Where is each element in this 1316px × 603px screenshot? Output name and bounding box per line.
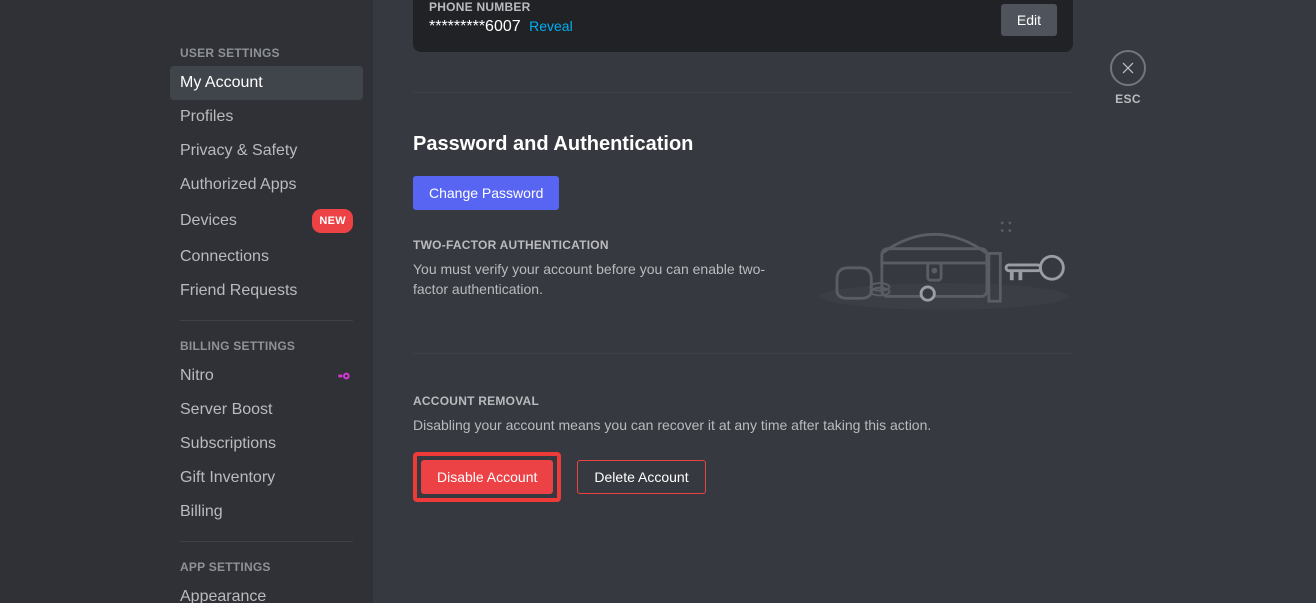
disable-account-highlight: Disable Account xyxy=(413,452,561,502)
sidebar-item-my-account[interactable]: My Account xyxy=(170,66,363,100)
settings-content: PHONE NUMBER *********6007 Reveal Edit P… xyxy=(373,0,1316,603)
content-divider xyxy=(413,353,1073,354)
disable-account-button[interactable]: Disable Account xyxy=(421,460,553,494)
phone-label: PHONE NUMBER xyxy=(429,0,573,14)
esc-label: ESC xyxy=(1108,92,1148,106)
section-header-billing-settings: BILLING SETTINGS xyxy=(170,333,363,359)
twofa-description: You must verify your account before you … xyxy=(413,260,795,299)
sidebar-item-connections[interactable]: Connections xyxy=(170,240,363,274)
sidebar-item-profiles[interactable]: Profiles xyxy=(170,100,363,134)
sidebar-divider xyxy=(180,320,353,321)
sidebar-item-friend-requests[interactable]: Friend Requests xyxy=(170,274,363,308)
twofa-illustration xyxy=(815,213,1073,313)
sidebar-item-devices[interactable]: Devices NEW xyxy=(170,202,363,240)
edit-phone-button[interactable]: Edit xyxy=(1001,4,1057,36)
sidebar-item-appearance[interactable]: Appearance xyxy=(170,580,363,603)
sidebar-item-nitro[interactable]: Nitro xyxy=(170,359,363,393)
sidebar-item-gift-inventory[interactable]: Gift Inventory xyxy=(170,461,363,495)
sidebar-item-server-boost[interactable]: Server Boost xyxy=(170,393,363,427)
account-removal-description: Disabling your account means you can rec… xyxy=(413,416,1073,436)
delete-account-button[interactable]: Delete Account xyxy=(577,460,705,494)
settings-sidebar: USER SETTINGS My Account Profiles Privac… xyxy=(0,0,373,603)
sidebar-item-privacy-safety[interactable]: Privacy & Safety xyxy=(170,134,363,168)
close-settings: ESC xyxy=(1108,50,1148,106)
close-icon xyxy=(1120,60,1136,76)
sidebar-item-billing[interactable]: Billing xyxy=(170,495,363,529)
sidebar-item-subscriptions[interactable]: Subscriptions xyxy=(170,427,363,461)
sidebar-divider xyxy=(180,541,353,542)
nitro-icon xyxy=(337,368,353,384)
change-password-button[interactable]: Change Password xyxy=(413,176,559,210)
phone-card: PHONE NUMBER *********6007 Reveal Edit xyxy=(413,0,1073,52)
section-header-app-settings: APP SETTINGS xyxy=(170,554,363,580)
sidebar-item-authorized-apps[interactable]: Authorized Apps xyxy=(170,168,363,202)
account-removal-label: ACCOUNT REMOVAL xyxy=(413,394,1073,408)
reveal-phone-link[interactable]: Reveal xyxy=(529,18,573,34)
password-auth-heading: Password and Authentication xyxy=(413,133,1073,156)
twofa-label: TWO-FACTOR AUTHENTICATION xyxy=(413,238,795,252)
phone-value: *********6007 Reveal xyxy=(429,18,573,36)
new-badge: NEW xyxy=(312,209,353,233)
close-button[interactable] xyxy=(1110,50,1146,86)
content-divider xyxy=(413,92,1073,93)
section-header-user-settings: USER SETTINGS xyxy=(170,0,363,66)
